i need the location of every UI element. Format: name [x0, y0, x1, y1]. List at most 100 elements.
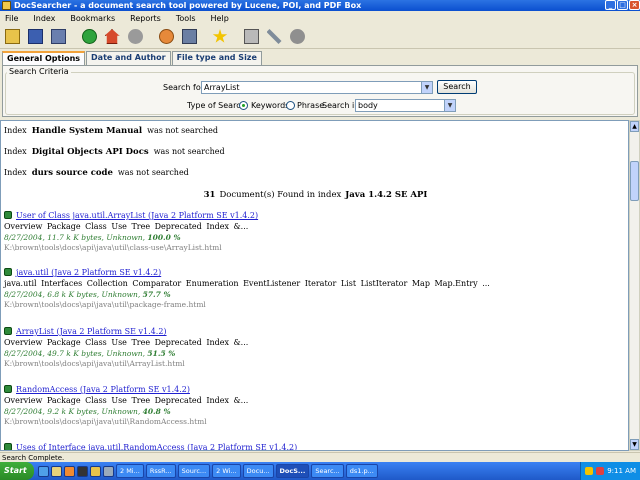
taskbar-item-active[interactable]: DocS... [275, 464, 310, 478]
index-prefix: Index [4, 126, 27, 135]
index-button[interactable] [179, 27, 199, 47]
result-meta: 8/27/2004, 9.2 k K bytes, Unknown, 40.8 … [4, 407, 171, 416]
scroll-down-icon[interactable]: ▼ [630, 439, 639, 450]
result-score: 40.8 % [142, 407, 171, 416]
result-link[interactable]: Uses of Interface java.util.RandomAccess… [4, 443, 624, 450]
chevron-down-icon[interactable]: ▼ [444, 100, 455, 111]
menu-bookmarks[interactable]: Bookmarks [65, 14, 125, 23]
result-item: java.util (Java 2 Platform SE v1.4.2) ja… [4, 268, 624, 309]
start-button[interactable]: Start [0, 462, 34, 480]
search-input[interactable]: ArrayList ▼ [201, 81, 433, 94]
export-icon [50, 29, 66, 44]
index-prefix: Index [4, 147, 27, 156]
result-item: RandomAccess (Java 2 Platform SE v1.4.2)… [4, 385, 624, 426]
result-item: User of Class java.util.ArrayList (Java … [4, 211, 624, 252]
document-icon [4, 211, 12, 219]
index-message: Index Handle System Manual was not searche… [4, 126, 218, 136]
printer-icon [243, 29, 259, 44]
menu-tools[interactable]: Tools [171, 14, 206, 23]
document-icon [4, 327, 12, 335]
book-icon [181, 29, 197, 44]
stop-button[interactable] [125, 27, 145, 47]
bookmark-button[interactable] [210, 27, 230, 47]
tray-icon[interactable] [596, 467, 605, 475]
tab-date-and-author[interactable]: Date and Author [86, 51, 171, 65]
floppy-icon [27, 29, 43, 44]
close-button[interactable]: × [629, 0, 640, 10]
keywords-radio[interactable] [239, 101, 248, 110]
menu-index[interactable]: Index [28, 14, 65, 23]
refresh-icon [158, 29, 174, 44]
document-icon [4, 385, 12, 393]
documents-found-summary: 31 Document(s) Found in index Java 1.4.2 S… [1, 190, 628, 200]
exit-icon [289, 29, 305, 44]
search-in-value: body [358, 101, 378, 110]
tab-general-options[interactable]: General Options [2, 51, 86, 65]
scroll-up-icon[interactable]: ▲ [630, 121, 639, 132]
firefox-quicklaunch-icon[interactable] [64, 465, 75, 477]
phrase-radio[interactable] [286, 101, 295, 110]
result-link[interactable]: ArrayList (Java 2 Platform SE v1.4.2) [4, 327, 624, 336]
result-link[interactable]: User of Class java.util.ArrayList (Java … [4, 211, 624, 220]
exit-button[interactable] [287, 27, 307, 47]
open-button[interactable] [2, 27, 22, 47]
home-button[interactable] [102, 27, 122, 47]
export-button[interactable] [48, 27, 68, 47]
star-icon [212, 29, 228, 43]
search-button[interactable]: Search [437, 80, 477, 94]
results-scrollbar[interactable]: ▲ ▼ [629, 120, 640, 451]
tray-icon[interactable] [585, 467, 594, 475]
home-icon [104, 29, 120, 44]
folder-quicklaunch-icon[interactable] [51, 465, 62, 477]
window-title: DocSearcher - a document search tool pow… [14, 1, 362, 10]
result-score: 100.0 % [147, 233, 181, 242]
search-in-select[interactable]: body ▼ [355, 99, 456, 112]
result-meta: 8/27/2004, 11.7 k K bytes, Unknown, 100.… [4, 233, 181, 242]
chevron-down-icon[interactable]: ▼ [421, 82, 432, 93]
taskbar-item[interactable]: ds1.p... [345, 464, 378, 478]
app-quicklaunch-icon[interactable] [103, 465, 114, 477]
scroll-thumb[interactable] [630, 161, 639, 201]
result-path: K:\brown\tools\docs\api\java\util\packag… [4, 300, 206, 309]
menu-reports[interactable]: Reports [125, 14, 171, 23]
stop-icon [127, 29, 143, 44]
explorer-quicklaunch-icon[interactable] [90, 465, 101, 477]
result-item: Uses of Interface java.util.RandomAccess… [4, 443, 624, 450]
refresh-button[interactable] [156, 27, 176, 47]
windows-taskbar: Start 2 Mi... RssR... Sourc... 2 Wi... D… [0, 462, 640, 480]
menu-bar: File Index Bookmarks Reports Tools Help [0, 11, 640, 25]
clock: 9:11 AM [607, 467, 636, 475]
result-link[interactable]: RandomAccess (Java 2 Platform SE v1.4.2) [4, 385, 624, 394]
back-button[interactable] [79, 27, 99, 47]
tools-button[interactable] [264, 27, 284, 47]
document-icon [4, 443, 12, 450]
taskbar-item[interactable]: 2 Wi... [212, 464, 241, 478]
result-meta: 8/27/2004, 6.8 k K bytes, Unknown, 57.7 … [4, 290, 171, 299]
menu-file[interactable]: File [0, 14, 28, 23]
result-meta: 8/27/2004, 49.7 k K bytes, Unknown, 51.5… [4, 349, 176, 358]
taskbar-item[interactable]: 2 Mi... [116, 464, 144, 478]
print-button[interactable] [241, 27, 261, 47]
result-summary: Overview Package Class Use Tree Deprecat… [4, 338, 249, 347]
document-icon [4, 268, 12, 276]
result-summary: Overview Package Class Use Tree Deprecat… [4, 396, 249, 405]
taskbar-item[interactable]: Docu... [242, 464, 274, 478]
menu-help[interactable]: Help [206, 14, 239, 23]
taskbar-item[interactable]: RssR... [145, 464, 176, 478]
system-tray: 9:11 AM [580, 462, 640, 480]
taskbar-item[interactable]: Sourc... [177, 464, 211, 478]
criteria-label: Search Criteria [7, 67, 71, 76]
save-button[interactable] [25, 27, 45, 47]
maximize-button[interactable]: □ [617, 0, 628, 10]
result-link[interactable]: java.util (Java 2 Platform SE v1.4.2) [4, 268, 624, 277]
taskbar-item[interactable]: Searc... [311, 464, 344, 478]
status-bar: Search Complete. [0, 452, 640, 462]
found-index-name: Java 1.4.2 SE API [345, 190, 428, 200]
index-name: durs source code [31, 168, 113, 178]
result-score: 57.7 % [142, 290, 171, 299]
console-quicklaunch-icon[interactable] [77, 465, 88, 477]
title-bar: DocSearcher - a document search tool pow… [0, 0, 640, 11]
minimize-button[interactable]: _ [605, 0, 616, 10]
ie-quicklaunch-icon[interactable] [38, 465, 49, 477]
tab-file-type-and-size[interactable]: File type and Size [171, 51, 262, 65]
